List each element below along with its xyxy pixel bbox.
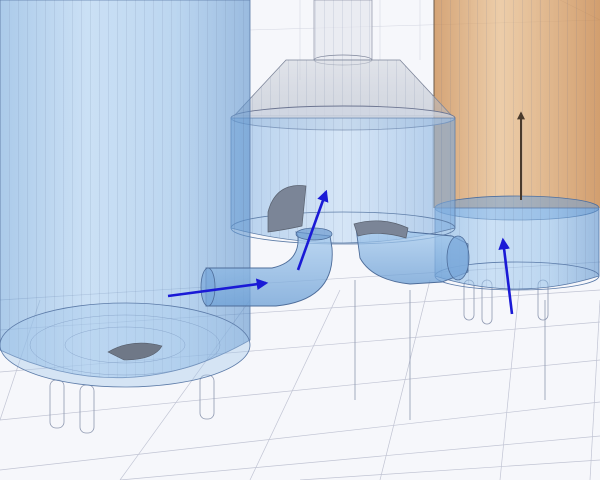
diagram-canvas bbox=[0, 0, 600, 480]
transparent-vessel-diagram bbox=[0, 0, 600, 480]
left-vessel bbox=[0, 0, 251, 388]
